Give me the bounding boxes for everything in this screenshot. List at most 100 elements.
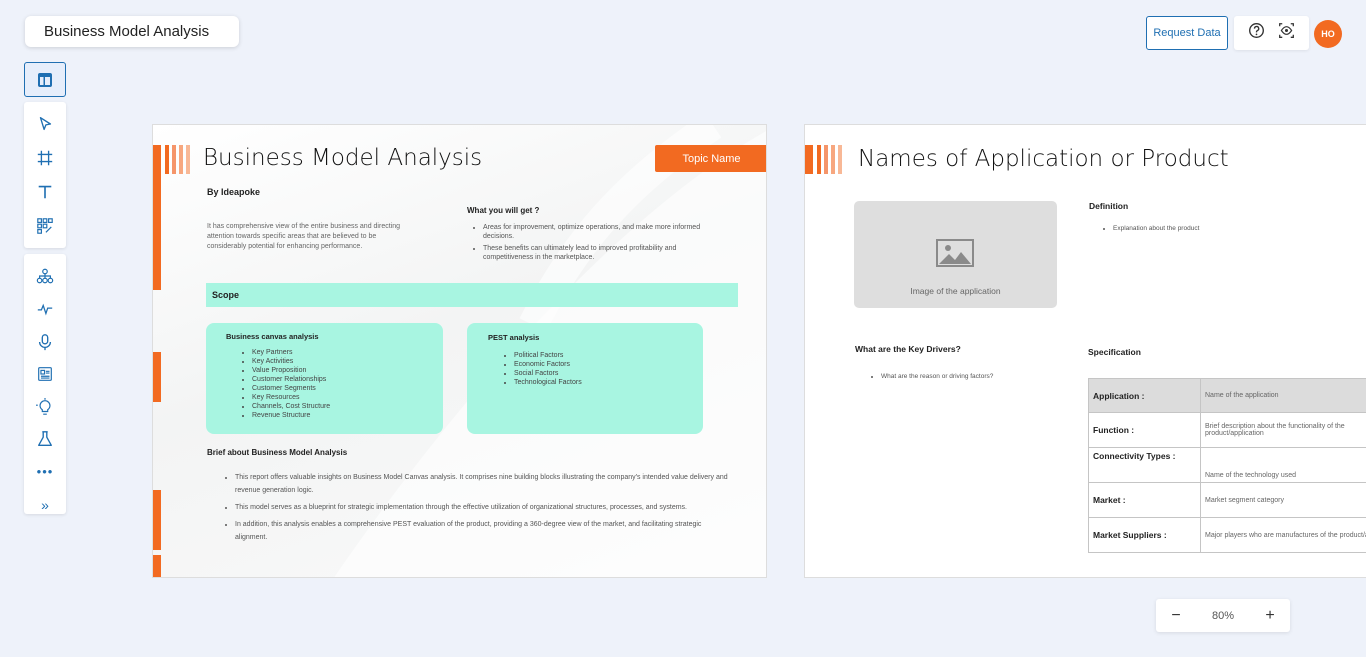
hierarchy-icon [36,268,54,284]
pest-analysis-box[interactable]: PEST analysis Political Factors Economic… [467,323,703,434]
more-icon: ••• [36,464,54,480]
list-item: Value Proposition [252,366,330,375]
slide-title[interactable]: Names of Application or Product [858,146,1229,172]
list-item: Explanation about the product [1113,225,1199,232]
brief-list[interactable]: This report offers valuable insights on … [235,471,735,548]
document-title[interactable]: Business Model Analysis [25,16,239,47]
zoom-in-button[interactable]: + [1264,607,1276,625]
frame-icon [37,150,53,166]
microphone-tool[interactable] [35,332,55,351]
list-item: Economic Factors [514,360,582,369]
list-item: Technological Factors [514,378,582,387]
secondary-toolbar: ••• » [24,254,66,514]
spec-key: Application : [1088,378,1201,413]
expand-icon: » [41,496,49,513]
specification-heading[interactable]: Specification [1088,347,1141,357]
slide-application-product[interactable]: Names of Application or Product Image of… [804,124,1366,578]
key-drivers-heading[interactable]: What are the Key Drivers? [855,344,961,354]
spec-value: Brief description about the functionalit… [1200,412,1366,448]
list-item: These benefits can ultimately lead to im… [483,244,713,262]
layout-tool-button[interactable] [24,62,66,97]
primary-toolbar [24,102,66,248]
canvas-list: Key Partners Key Activities Value Propos… [252,348,330,420]
text-icon [38,185,52,199]
spec-key: Market Suppliers : [1088,517,1201,553]
lightbulb-icon [36,397,51,415]
frame-tool[interactable] [35,148,55,168]
report-tool[interactable] [35,365,55,384]
list-item: Key Resources [252,393,330,402]
pest-list: Political Factors Economic Factors Socia… [514,351,582,387]
author-line[interactable]: By Ideapoke [207,187,260,197]
specification-table[interactable]: Application : Name of the application Fu… [1088,378,1366,553]
list-item: Key Partners [252,348,330,357]
select-icon [39,117,52,131]
slide-title[interactable]: Business Model Analysis [203,145,482,171]
title-stripes [165,145,190,174]
header-icon-group [1234,16,1309,50]
lab-tool[interactable] [35,430,55,449]
accent-bar [805,145,813,174]
business-canvas-box[interactable]: Business canvas analysis Key Partners Ke… [206,323,443,434]
table-row: Connectivity Types : Name of the technol… [1088,447,1366,483]
select-tool[interactable] [35,114,55,134]
slide-business-model-analysis[interactable]: Business Model Analysis Topic Name By Id… [152,124,767,578]
spec-key: Function : [1088,412,1201,448]
activity-tool[interactable] [35,300,55,319]
microphone-icon [38,333,52,350]
what-you-get-list[interactable]: Areas for improvement, optimize operatio… [483,223,713,265]
text-tool[interactable] [35,182,55,202]
list-item: Customer Segments [252,384,330,393]
list-item: Key Activities [252,357,330,366]
accent-bar [153,352,161,402]
table-row: Market Suppliers : Major players who are… [1088,517,1366,553]
title-stripes [817,145,842,174]
list-item: Political Factors [514,351,582,360]
intro-text[interactable]: It has comprehensive view of the entire … [207,222,407,252]
layout-icon [38,72,52,87]
box-title: Business canvas analysis [226,332,319,341]
spec-value: Major players who are manufactures of th… [1200,517,1366,553]
topic-name-badge[interactable]: Topic Name [655,145,766,172]
zoom-level: 80% [1211,609,1235,622]
spec-value: Name of the application [1200,378,1366,413]
list-item: Areas for improvement, optimize operatio… [483,223,713,241]
list-item: Customer Relationships [252,375,330,384]
preview-icon[interactable] [1278,22,1295,44]
zoom-control: − 80% + [1156,599,1290,632]
activity-icon [37,303,53,316]
image-placeholder[interactable]: Image of the application [854,201,1057,308]
definition-heading[interactable]: Definition [1089,201,1128,211]
list-item: What are the reason or driving factors? [881,373,993,380]
list-item: This model serves as a blueprint for str… [235,501,735,514]
components-icon [37,218,53,234]
report-icon [38,367,52,382]
box-title: PEST analysis [488,333,540,342]
brief-heading[interactable]: Brief about Business Model Analysis [207,448,347,457]
accent-bar [153,555,161,577]
lab-flask-icon [38,431,52,447]
scope-banner[interactable]: Scope [206,283,738,307]
accent-bar [153,490,161,550]
table-row: Market : Market segment category [1088,482,1366,518]
help-icon[interactable] [1248,22,1265,44]
more-tools[interactable]: ••• [35,463,55,482]
spec-key: Connectivity Types : [1088,447,1201,483]
spec-value: Market segment category [1200,482,1366,518]
table-row: Application : Name of the application [1088,378,1366,413]
expand-toolbar[interactable]: » [35,495,55,514]
what-you-get-heading[interactable]: What you will get ? [467,206,539,215]
definition-list[interactable]: Explanation about the product [1113,225,1199,232]
table-row: Function : Brief description about the f… [1088,412,1366,448]
user-avatar[interactable]: HO [1314,20,1342,48]
components-tool[interactable] [35,216,55,236]
key-drivers-list[interactable]: What are the reason or driving factors? [881,373,993,380]
list-item: Revenue Structure [252,411,330,420]
accent-bar [153,145,161,290]
request-data-button[interactable]: Request Data [1146,16,1228,50]
list-item: This report offers valuable insights on … [235,471,735,497]
ideas-tool[interactable] [35,397,55,417]
hierarchy-tool[interactable] [35,267,55,286]
spec-value: Name of the technology used [1200,447,1366,483]
zoom-out-button[interactable]: − [1170,607,1182,625]
